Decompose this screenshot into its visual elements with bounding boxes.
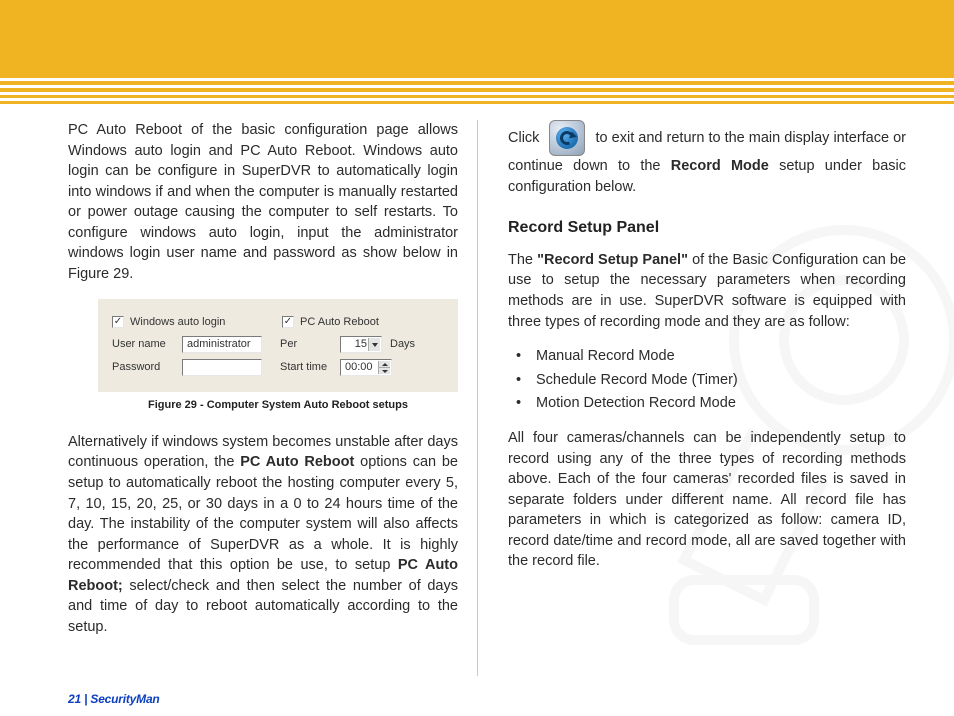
label-username: User name xyxy=(112,337,182,353)
figure-caption: Figure 29 - Computer System Auto Reboot … xyxy=(98,398,458,414)
paragraph: The "Record Setup Panel" of the Basic Co… xyxy=(508,250,906,332)
left-column: PC Auto Reboot of the basic configuratio… xyxy=(0,120,480,686)
header-band xyxy=(0,0,954,104)
paragraph: Alternatively if windows system becomes … xyxy=(68,432,458,638)
spinner-icon[interactable] xyxy=(378,361,390,374)
right-column: Click to exit and return to the main dis… xyxy=(480,120,954,686)
list-item: Manual Record Mode xyxy=(508,346,906,367)
paragraph: PC Auto Reboot of the basic configuratio… xyxy=(68,120,458,285)
label-password: Password xyxy=(112,360,182,376)
page-footer: 21 | SecurityMan xyxy=(68,692,160,706)
list-item: Motion Detection Record Mode xyxy=(508,393,906,414)
section-heading: Record Setup Panel xyxy=(508,217,906,240)
input-username[interactable]: administrator xyxy=(182,336,262,353)
paragraph: All four cameras/channels can be indepen… xyxy=(508,428,906,572)
exit-icon[interactable] xyxy=(549,120,585,156)
checkbox-label: Windows auto login xyxy=(130,315,225,331)
select-per-days[interactable]: 15 xyxy=(340,336,382,353)
label-per: Per xyxy=(280,337,340,353)
input-start-time[interactable]: 00:00 xyxy=(340,359,392,376)
checkbox-pc-auto-reboot[interactable]: ✓ xyxy=(282,316,294,328)
checkbox-label: PC Auto Reboot xyxy=(300,315,379,331)
chevron-down-icon[interactable] xyxy=(368,338,380,351)
label-days: Days xyxy=(390,337,415,353)
bullet-list: Manual Record Mode Schedule Record Mode … xyxy=(508,346,906,414)
list-item: Schedule Record Mode (Timer) xyxy=(508,370,906,391)
input-password[interactable] xyxy=(182,359,262,376)
checkbox-windows-auto-login[interactable]: ✓ xyxy=(112,316,124,328)
figure-29-panel: ✓ Windows auto login ✓ PC Auto Reboot Us… xyxy=(98,299,458,393)
label-start-time: Start time xyxy=(280,360,340,376)
paragraph: Click to exit and return to the main dis… xyxy=(508,120,906,197)
